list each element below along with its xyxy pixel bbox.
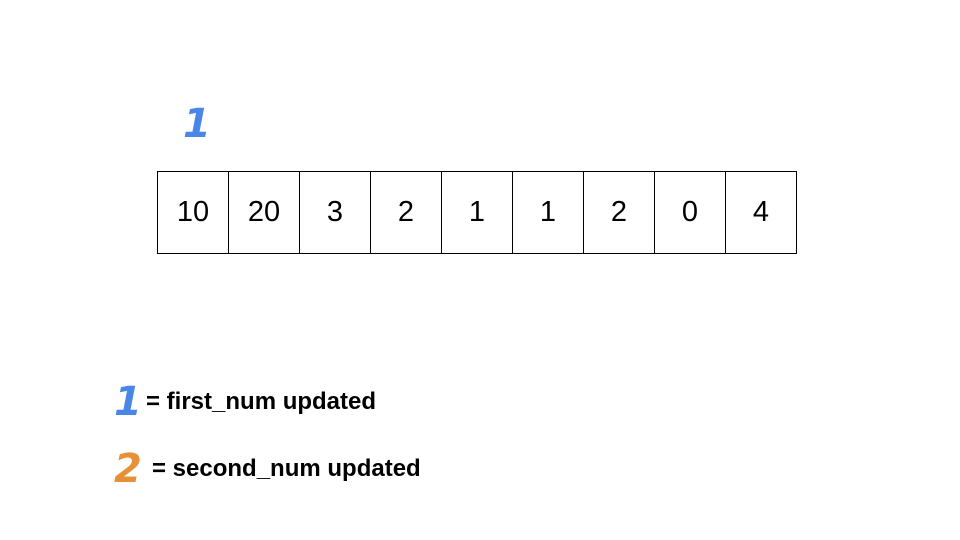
array-cell: 1 (442, 172, 513, 253)
number-array: 10 20 3 2 1 1 2 0 4 (157, 171, 797, 254)
legend-item-second-num: 2 = second_num updated (114, 449, 421, 489)
slide-canvas: 1 10 20 3 2 1 1 2 0 4 1 = first_num upda… (0, 0, 960, 540)
array-cell: 10 (158, 172, 229, 253)
array-cell: 20 (229, 172, 300, 253)
array-cell: 3 (300, 172, 371, 253)
first-num-pointer-marker: 1 (183, 101, 211, 147)
legend-marker-2: 2 (114, 446, 142, 492)
array-cell: 1 (513, 172, 584, 253)
array-cell: 4 (726, 172, 797, 253)
legend-label-first-num: = first_num updated (146, 388, 377, 415)
legend-label-second-num: = second_num updated (152, 455, 421, 482)
array-cell: 0 (655, 172, 726, 253)
legend-marker-1: 1 (114, 379, 142, 425)
legend-item-first-num: 1 = first_num updated (114, 382, 376, 422)
array-cell: 2 (584, 172, 655, 253)
array-cell: 2 (371, 172, 442, 253)
